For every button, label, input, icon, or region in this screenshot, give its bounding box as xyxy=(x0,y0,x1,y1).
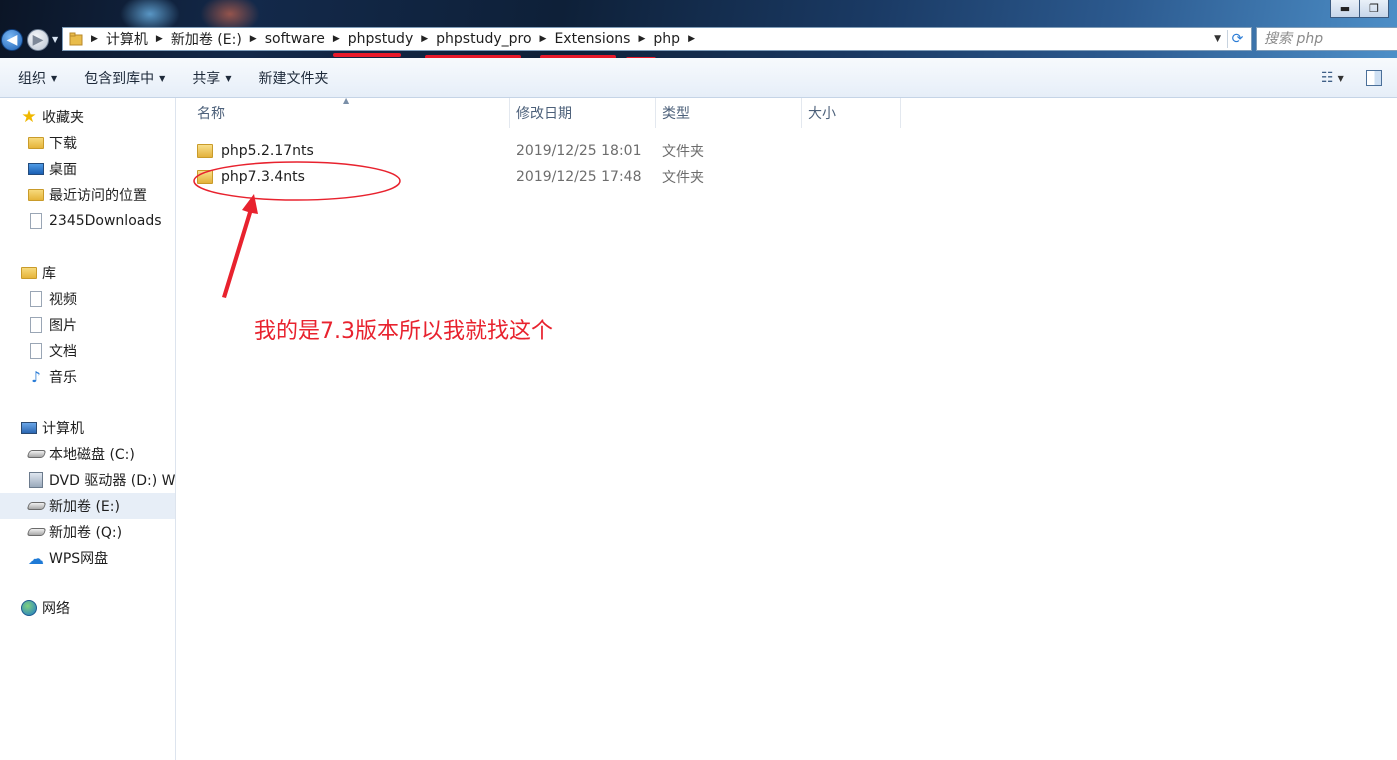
sidebar-item-recent-places[interactable]: 最近访问的位置 xyxy=(0,182,175,208)
sidebar-item-dvd-drive-d[interactable]: DVD 驱动器 (D:) Win xyxy=(0,467,175,493)
star-icon: ★ xyxy=(21,107,37,127)
file-name: php7.3.4nts xyxy=(221,169,305,185)
network-icon xyxy=(21,600,37,616)
folder-icon xyxy=(69,32,83,46)
explorer-window: ▬ ❐ ◀ ▶ ▼ ▶ 计算机 ▶ 新加卷 (E:) ▶ software ▶ … xyxy=(0,0,1397,760)
recent-places-icon xyxy=(28,189,44,201)
cloud-icon: ☁ xyxy=(28,548,44,568)
chevron-right-icon[interactable]: ▶ xyxy=(333,34,340,44)
arrow-left-icon: ◀ xyxy=(6,32,18,48)
chevron-right-icon[interactable]: ▶ xyxy=(540,34,547,44)
file-type: 文件夹 xyxy=(662,144,704,160)
chevron-right-icon[interactable]: ▶ xyxy=(638,34,645,44)
navigation-pane: ★ 收藏夹 下载 桌面 最近访问的位置 2345Downloads 库 视频 图… xyxy=(0,98,176,760)
column-header-row: ▲ 名称 修改日期 类型 大小 xyxy=(177,96,901,128)
sort-ascending-icon: ▲ xyxy=(343,96,350,105)
title-bar: ▬ ❐ ◀ ▶ ▼ ▶ 计算机 ▶ 新加卷 (E:) ▶ software ▶ … xyxy=(0,0,1397,58)
chevron-down-icon: ▼ xyxy=(51,74,58,83)
desktop-icon xyxy=(28,163,44,175)
sidebar-item-desktop[interactable]: 桌面 xyxy=(0,156,175,182)
search-box[interactable] xyxy=(1256,27,1397,51)
change-view-button[interactable]: ☷ ▼ xyxy=(1321,68,1359,88)
search-input[interactable] xyxy=(1257,28,1397,50)
address-history-dropdown[interactable]: ▼ xyxy=(1214,34,1221,44)
drive-icon xyxy=(26,528,46,536)
chevron-right-icon[interactable]: ▶ xyxy=(91,34,98,44)
include-in-library-menu[interactable]: 包含到库中 ▼ xyxy=(75,68,174,88)
file-type: 文件夹 xyxy=(662,170,704,186)
back-button[interactable]: ◀ xyxy=(1,29,23,51)
local-disk-icon xyxy=(26,450,46,458)
preview-pane-button[interactable] xyxy=(1363,68,1385,88)
sidebar-item-downloads[interactable]: 下载 xyxy=(0,130,175,156)
sidebar-item-documents[interactable]: 文档 xyxy=(0,338,175,364)
breadcrumb-item-php[interactable]: php xyxy=(645,31,688,47)
library-icon xyxy=(21,267,37,279)
file-modified: 2019/12/25 18:01 xyxy=(516,143,642,159)
annotation-note: 我的是7.3版本所以我就找这个 xyxy=(254,319,553,344)
file-modified: 2019/12/25 17:48 xyxy=(516,169,642,185)
pictures-library-icon xyxy=(30,317,42,333)
sidebar-item-drive-c[interactable]: 本地磁盘 (C:) xyxy=(0,441,175,467)
breadcrumb-item-phpstudy-pro[interactable]: phpstudy_pro xyxy=(428,31,539,47)
sidebar-item-libraries[interactable]: 库 xyxy=(0,260,175,286)
address-bar[interactable]: ▶ 计算机 ▶ 新加卷 (E:) ▶ software ▶ phpstudy ▶… xyxy=(62,27,1252,51)
sidebar-item-videos[interactable]: 视频 xyxy=(0,286,175,312)
chevron-down-icon: ▼ xyxy=(225,74,232,83)
window-controls: ▬ ❐ xyxy=(1330,0,1389,18)
sidebar-item-pictures[interactable]: 图片 xyxy=(0,312,175,338)
arrow-right-icon: ▶ xyxy=(32,32,44,48)
file-name: php5.2.17nts xyxy=(221,143,314,159)
chevron-down-icon: ▼ xyxy=(1337,73,1344,83)
downloads-folder-icon xyxy=(28,137,44,149)
breadcrumb-item-phpstudy[interactable]: phpstudy xyxy=(340,31,421,47)
dvd-drive-icon xyxy=(29,472,43,488)
breadcrumb-item-drive-e[interactable]: 新加卷 (E:) xyxy=(163,29,250,49)
chevron-down-icon: ▼ xyxy=(159,74,166,83)
column-header-size[interactable]: 大小 xyxy=(802,98,901,128)
column-header-name[interactable]: ▲ 名称 xyxy=(177,96,510,128)
maximize-button[interactable]: ❐ xyxy=(1359,0,1389,18)
view-details-icon: ☷ xyxy=(1321,70,1334,86)
sidebar-item-network[interactable]: 网络 xyxy=(0,595,175,621)
column-header-type[interactable]: 类型 xyxy=(656,98,802,128)
sidebar-item-wps-cloud[interactable]: ☁ WPS网盘 xyxy=(0,545,175,571)
sidebar-item-computer[interactable]: 计算机 xyxy=(0,415,175,441)
organize-menu[interactable]: 组织 ▼ xyxy=(9,68,66,88)
chevron-right-icon[interactable]: ▶ xyxy=(688,34,695,44)
sidebar-item-music[interactable]: ♪ 音乐 xyxy=(0,364,175,390)
file-row[interactable]: php5.2.17nts 2019/12/25 18:01 文件夹 xyxy=(177,138,901,164)
recent-pages-dropdown[interactable]: ▼ xyxy=(52,35,58,44)
documents-library-icon xyxy=(30,343,42,359)
refresh-icon: ⟳ xyxy=(1231,31,1244,47)
chevron-right-icon[interactable]: ▶ xyxy=(250,34,257,44)
breadcrumb-item-software[interactable]: software xyxy=(257,31,333,47)
preview-pane-icon xyxy=(1366,70,1382,86)
video-library-icon xyxy=(30,291,42,307)
breadcrumb: ▶ 计算机 ▶ 新加卷 (E:) ▶ software ▶ phpstudy ▶… xyxy=(91,28,695,50)
column-header-modified[interactable]: 修改日期 xyxy=(510,98,656,128)
breadcrumb-item-extensions[interactable]: Extensions xyxy=(546,31,638,47)
chevron-right-icon[interactable]: ▶ xyxy=(156,34,163,44)
new-folder-button[interactable]: 新建文件夹 xyxy=(249,68,337,88)
refresh-button[interactable]: ⟳ xyxy=(1227,30,1247,48)
file-icon xyxy=(30,213,42,229)
forward-button[interactable]: ▶ xyxy=(27,29,49,51)
breadcrumb-item-computer[interactable]: 计算机 xyxy=(98,29,156,49)
sidebar-item-favorites[interactable]: ★ 收藏夹 xyxy=(0,104,175,130)
share-menu[interactable]: 共享 ▼ xyxy=(183,68,240,88)
chevron-right-icon[interactable]: ▶ xyxy=(421,34,428,44)
music-note-icon: ♪ xyxy=(31,368,41,386)
sidebar-item-2345downloads[interactable]: 2345Downloads xyxy=(0,208,175,234)
folder-icon xyxy=(197,144,213,158)
command-bar: 组织 ▼ 包含到库中 ▼ 共享 ▼ 新建文件夹 ☷ ▼ xyxy=(0,58,1397,98)
file-row[interactable]: php7.3.4nts 2019/12/25 17:48 文件夹 xyxy=(177,164,901,190)
file-list: ▲ 名称 修改日期 类型 大小 php5.2.17nts 2019/12/25 … xyxy=(177,96,1397,760)
drive-icon xyxy=(26,502,46,510)
sidebar-item-drive-q[interactable]: 新加卷 (Q:) xyxy=(0,519,175,545)
minimize-button[interactable]: ▬ xyxy=(1330,0,1360,18)
folder-icon xyxy=(197,170,213,184)
sidebar-item-drive-e[interactable]: 新加卷 (E:) xyxy=(0,493,175,519)
computer-icon xyxy=(21,422,37,434)
